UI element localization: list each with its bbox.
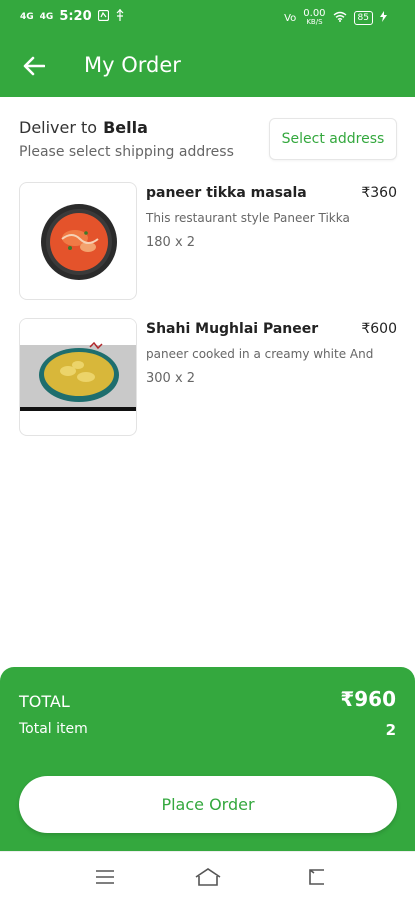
network-badge-1: 4G — [20, 11, 34, 22]
item-description: paneer cooked in a creamy white And — [146, 347, 374, 361]
data-speed-value: 0.00 — [303, 8, 326, 19]
volte-label: Vo — [284, 12, 297, 24]
menu-icon — [96, 870, 114, 884]
page-title: My Order — [84, 53, 181, 77]
back-nav-button[interactable] — [302, 865, 332, 889]
status-time: 5:20 — [59, 9, 92, 24]
total-label: TOTAL — [19, 692, 70, 711]
home-icon — [195, 868, 221, 886]
usb-icon — [115, 9, 125, 24]
item-quantity: 180 x 2 — [146, 235, 196, 250]
item-image — [19, 182, 137, 300]
total-item-count: 2 — [385, 721, 396, 739]
app-header: 4G 4G 5:20 Vo 0.00 KB/S 85 My Order — [0, 0, 415, 97]
item-quantity: 300 x 2 — [146, 371, 196, 386]
item-price: ₹600 — [361, 321, 397, 337]
battery-level: 85 — [353, 11, 373, 25]
status-right: Vo 0.00 KB/S 85 — [284, 9, 387, 27]
item-price: ₹360 — [361, 185, 397, 201]
total-item-label: Total item — [19, 721, 88, 737]
item-description: This restaurant style Paneer Tikka — [146, 211, 350, 225]
deliver-label: Deliver to — [19, 118, 98, 137]
shipping-hint: Please select shipping address — [19, 144, 234, 160]
data-speed-unit: KB/S — [306, 18, 323, 26]
data-speed: 0.00 KB/S — [303, 9, 325, 27]
home-button[interactable] — [193, 865, 223, 889]
item-image — [19, 318, 137, 436]
place-order-button[interactable]: Place Order — [19, 776, 397, 833]
back-button[interactable] — [18, 52, 50, 80]
recipient-name: Bella — [103, 118, 148, 137]
order-item[interactable]: Shahi Mughlai Paneer ₹600 paneer cooked … — [19, 318, 397, 436]
total-value: ₹960 — [340, 687, 396, 711]
system-nav-bar — [0, 851, 415, 900]
wifi-icon — [333, 11, 347, 25]
item-name: Shahi Mughlai Paneer — [146, 321, 319, 337]
item-name: paneer tikka masala — [146, 185, 307, 201]
notification-icon — [97, 9, 109, 24]
network-badge-2: 4G — [39, 11, 54, 22]
arrow-left-icon — [23, 56, 45, 76]
charging-icon — [380, 11, 387, 25]
back-icon — [309, 869, 324, 885]
menu-button[interactable] — [90, 865, 120, 889]
status-left: 4G 4G 5:20 — [20, 9, 125, 24]
deliver-to: Deliver to Bella — [19, 118, 148, 137]
app-bar: My Order — [0, 40, 415, 92]
select-address-button[interactable]: Select address — [269, 118, 397, 160]
order-item[interactable]: paneer tikka masala ₹360 This restaurant… — [19, 182, 397, 300]
order-summary: TOTAL ₹960 Total item 2 Place Order — [0, 667, 415, 851]
status-bar: 4G 4G 5:20 Vo 0.00 KB/S 85 — [0, 0, 415, 34]
